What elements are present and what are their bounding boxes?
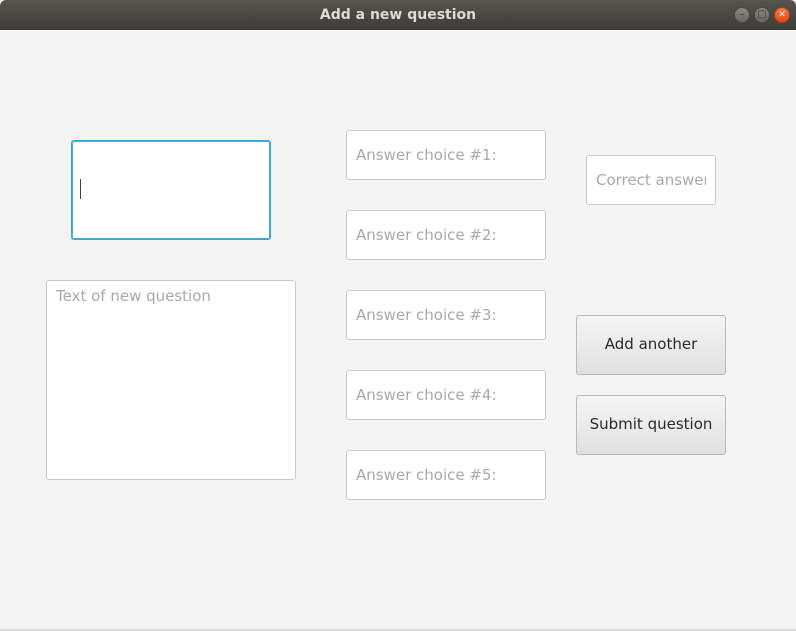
- add-another-button[interactable]: Add another: [576, 315, 726, 375]
- close-button[interactable]: ✕: [774, 7, 790, 23]
- app-window: Add a new question – □ ✕ Add another Sub…: [0, 0, 796, 631]
- answer-choice-3-input[interactable]: [346, 290, 546, 340]
- submit-question-button[interactable]: Submit question: [576, 395, 726, 455]
- answer-choice-5-input[interactable]: [346, 450, 546, 500]
- minimize-button[interactable]: –: [734, 7, 750, 23]
- answer-choice-2-input[interactable]: [346, 210, 546, 260]
- maximize-button[interactable]: □: [754, 7, 770, 23]
- question-text-area[interactable]: [46, 280, 296, 480]
- title-bar[interactable]: Add a new question – □ ✕: [0, 0, 796, 30]
- minimize-icon: –: [739, 9, 745, 20]
- answer-choice-4-input[interactable]: [346, 370, 546, 420]
- text-caret: [80, 179, 81, 199]
- close-icon: ✕: [778, 10, 786, 20]
- answer-choice-1-input[interactable]: [346, 130, 546, 180]
- question-input[interactable]: [71, 140, 271, 240]
- maximize-icon: □: [757, 9, 767, 20]
- correct-answer-input[interactable]: [586, 155, 716, 205]
- window-title: Add a new question: [319, 7, 477, 23]
